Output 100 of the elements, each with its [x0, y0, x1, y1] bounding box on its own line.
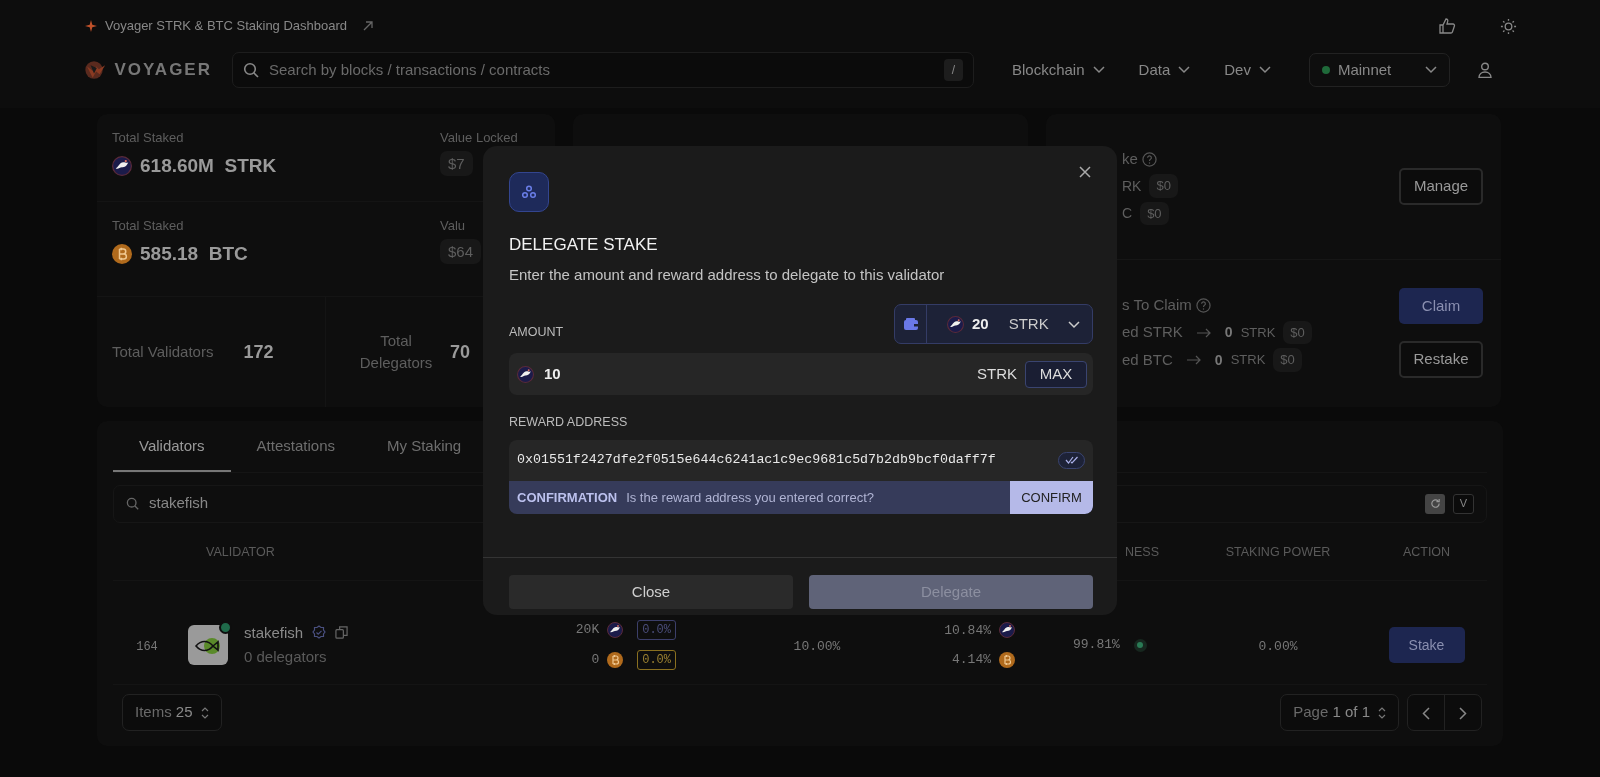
external-link-icon: [363, 21, 374, 31]
help-icon: [1141, 151, 1157, 167]
tab[interactable]: My Staking: [361, 421, 488, 472]
logo-text: VOYAGER: [114, 59, 212, 82]
dialog-title: DELEGATE STAKE: [509, 234, 659, 256]
tab[interactable]: Attestations: [230, 421, 361, 472]
search-icon: [243, 62, 259, 78]
stake-button[interactable]: Stake: [1388, 627, 1465, 663]
confirm-button[interactable]: CONFIRM: [1010, 480, 1093, 514]
stat-label: Valu: [440, 217, 467, 235]
sparkle-icon: [85, 20, 97, 32]
sort-arrows-icon: [200, 706, 209, 719]
stat-label: Total Validators: [112, 341, 214, 362]
items-per-page-selector[interactable]: Items 25: [122, 694, 222, 731]
bitcoin-token-icon: [999, 651, 1015, 668]
balance-selector[interactable]: 20 STRK: [894, 304, 1093, 344]
chevron-right-icon: [1459, 706, 1467, 720]
amount-input[interactable]: 10: [542, 361, 977, 387]
column-header: NESS: [1125, 545, 1160, 559]
nav-menu[interactable]: Blockchain: [1012, 58, 1105, 82]
value-locked: $7: [440, 150, 473, 176]
amount-field[interactable]: 10 STRK MAX: [509, 353, 1093, 395]
share-tag: 0.0%: [637, 620, 676, 640]
nav-menu[interactable]: Data: [1138, 58, 1191, 82]
stat-value: 585.18 BTC: [140, 241, 248, 266]
token-unit: RK: [1122, 176, 1142, 196]
filter-field[interactable]: stakefish: [147, 491, 447, 516]
starknet-token-icon: [999, 622, 1015, 639]
usd-value: $0: [1273, 348, 1302, 372]
token-unit: STRK: [1230, 351, 1266, 370]
field-label: REWARD ADDRESS: [509, 414, 629, 431]
page-selector[interactable]: Page 1 of 1: [1280, 694, 1399, 731]
sort-arrows-icon: [1378, 706, 1386, 719]
search-icon: [126, 497, 139, 510]
stat-value: 172: [243, 340, 274, 364]
copy-icon[interactable]: [335, 626, 349, 640]
starknet-token-icon: [607, 622, 624, 638]
rank-number: 164: [136, 640, 158, 654]
restake-button[interactable]: Restake: [1399, 341, 1483, 378]
stat-label: Total Staked: [112, 217, 185, 235]
stat-value: 618.60M STRK: [140, 153, 277, 178]
dialog-subtitle: Enter the amount and reward address to delegate to this validator: [509, 264, 946, 285]
confirmation-label: CONFIRMATION: [517, 488, 618, 507]
share-tag: 0.0%: [637, 650, 676, 670]
nav-menu[interactable]: Dev: [1224, 58, 1271, 82]
stat-value: 70: [450, 340, 471, 364]
staking-power: 0.00%: [1258, 639, 1298, 654]
bitcoin-token-icon: [112, 243, 132, 264]
max-button[interactable]: MAX: [1025, 360, 1087, 388]
delegator-count: 0 delegators: [244, 647, 328, 667]
toggle-button[interactable]: V: [1453, 493, 1474, 514]
stat-label: Value Locked: [440, 129, 519, 147]
search-bar[interactable]: Search by blocks / transactions / contracts /: [232, 52, 974, 88]
token-unit: C: [1122, 204, 1133, 223]
refresh-button[interactable]: [1425, 493, 1445, 514]
column-header: ACTION: [1402, 545, 1451, 559]
stake-amount: 0: [591, 651, 600, 670]
stake-amount: 20K: [575, 621, 600, 640]
apr-value: 10.84%: [944, 621, 991, 640]
claim-button[interactable]: Claim: [1399, 288, 1483, 324]
starknet-token-icon: [112, 155, 132, 176]
field-label: AMOUNT: [509, 324, 564, 342]
wallet-icon: [903, 318, 918, 330]
chevron-down-icon: [1424, 66, 1437, 74]
starknet-token-icon: [517, 365, 534, 383]
reward-label: ed BTC: [1122, 349, 1173, 370]
address-field[interactable]: 0x01551f2427dfe2f0515e644c6241ac1c9ec9681c5d7b2db9bcf0daff7f: [509, 439, 1093, 481]
commission-value: 10.00%: [793, 639, 841, 654]
manage-button[interactable]: Manage: [1399, 168, 1483, 205]
chevron-down-icon: [1092, 66, 1105, 74]
search-field[interactable]: Search by blocks / transactions / contracts: [267, 57, 936, 83]
attestation-rate: 99.81%: [1073, 636, 1120, 655]
banner-link[interactable]: Voyager STRK & BTC Staking Dashboard: [105, 16, 348, 36]
column-header: VALIDATOR: [206, 545, 275, 559]
shortcut-key: /: [943, 59, 963, 81]
dialog-button[interactable]: Close: [509, 574, 793, 609]
refresh-icon: [1429, 498, 1441, 509]
arrow-right-icon: [1186, 355, 1201, 365]
reward-amount: 0: [1214, 350, 1223, 370]
network-selector[interactable]: Mainnet: [1308, 53, 1450, 87]
stat-label: Total Delegators: [358, 330, 434, 373]
chevron-down-icon: [1178, 66, 1191, 74]
chevron-down-icon: [1258, 66, 1271, 74]
tab[interactable]: Validators: [113, 421, 231, 472]
reward-label: ed STRK: [1122, 322, 1183, 343]
theme-toggle-icon[interactable]: [1500, 17, 1517, 35]
starknet-token-icon: [947, 315, 964, 333]
confirmation-text: Is the reward address you entered correct?: [626, 488, 874, 507]
validator-avatar: [188, 625, 228, 665]
thumbs-up-icon[interactable]: [1439, 18, 1456, 34]
usd-value: $0: [1140, 201, 1169, 226]
bitcoin-token-icon: [607, 652, 624, 668]
address-input[interactable]: 0x01551f2427dfe2f0515e644c6241ac1c9ec9681c5d7b2db9bcf0daff7f: [517, 450, 1058, 471]
value-locked: $64: [440, 238, 482, 264]
usd-value: $0: [1149, 174, 1178, 198]
section-title: s To Claim: [1122, 295, 1192, 316]
usd-value: $0: [1283, 320, 1312, 345]
user-icon[interactable]: [1477, 62, 1492, 78]
column-header: STAKING POWER: [1225, 545, 1331, 559]
close-icon[interactable]: [1079, 166, 1091, 178]
